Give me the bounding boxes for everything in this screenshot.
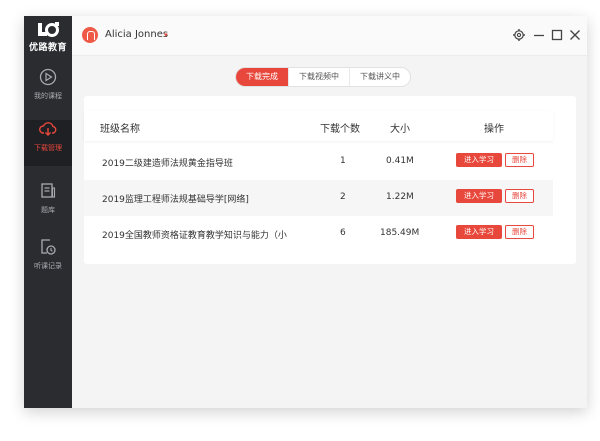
cloud-download-icon (39, 122, 57, 136)
enter-study-button[interactable]: 进入学习 (456, 189, 502, 203)
settings-icon[interactable] (512, 28, 526, 42)
table-header: 班级名称 下载个数 大小 操作 (84, 111, 553, 141)
enter-study-button[interactable]: 进入学习 (456, 153, 502, 167)
row-size: 1.22M (386, 192, 414, 202)
sidebar-item-label: 听课记录 (34, 262, 62, 270)
row-count: 6 (340, 228, 346, 238)
table-row: 2019监理工程师法规基础导学[网络] 2 1.22M 进入学习 删除 (84, 180, 553, 216)
brand-logo: 优路教育 (24, 22, 72, 58)
delete-button[interactable]: 删除 (505, 225, 534, 239)
enter-study-button[interactable]: 进入学习 (456, 225, 502, 239)
row-count: 1 (340, 156, 346, 166)
table-row: 2019二级建造师法规黄金指导班 1 0.41M 进入学习 删除 (84, 144, 553, 180)
column-header-action: 操作 (484, 124, 504, 135)
app-window: 优路教育 我的课程 下载管理 题库 听课记录 Alicia Jonnes ▾ 下… (24, 16, 587, 408)
brand-name: 优路教育 (28, 43, 67, 53)
username[interactable]: Alicia Jonnes (105, 29, 168, 40)
tab-downloading-videos[interactable]: 下载视频中 (289, 68, 350, 86)
row-size: 185.49M (380, 228, 420, 238)
sidebar-item-label: 下载管理 (34, 144, 62, 152)
close-icon[interactable] (568, 28, 582, 42)
tab-downloading-handouts[interactable]: 下载讲义中 (350, 68, 410, 86)
maximize-icon[interactable] (550, 28, 564, 42)
delete-button[interactable]: 删除 (505, 189, 534, 203)
table-row: 2019全国教师资格证教育教学知识与能力（小 6 185.49M 进入学习 删除 (84, 216, 553, 252)
column-header-size: 大小 (390, 124, 410, 135)
row-size: 0.41M (386, 156, 414, 166)
delete-button[interactable]: 删除 (505, 153, 534, 167)
avatar[interactable] (82, 27, 98, 43)
sidebar-item-question-bank[interactable]: 题库 (24, 182, 72, 228)
row-name: 2019二级建造师法规黄金指导班 (102, 159, 233, 169)
sidebar: 优路教育 我的课程 下载管理 题库 听课记录 (24, 16, 72, 408)
download-tabs: 下载完成 下载视频中 下载讲义中 (235, 67, 411, 87)
tab-download-complete[interactable]: 下载完成 (236, 68, 289, 86)
sidebar-item-my-courses[interactable]: 我的课程 (24, 68, 72, 114)
column-header-name: 班级名称 (100, 124, 140, 135)
row-count: 2 (340, 192, 346, 202)
row-name: 2019监理工程师法规基础导学[网络] (102, 195, 249, 205)
sidebar-item-download-manager[interactable]: 下载管理 (24, 120, 72, 166)
chevron-down-icon[interactable]: ▾ (164, 31, 168, 39)
sidebar-item-label: 我的课程 (34, 92, 62, 100)
sidebar-item-label: 题库 (41, 206, 55, 214)
sidebar-item-watch-history[interactable]: 听课记录 (24, 238, 72, 284)
column-header-count: 下载个数 (320, 124, 360, 135)
play-circle-icon (39, 68, 57, 86)
question-bank-icon (41, 183, 56, 198)
history-icon (41, 239, 56, 255)
top-bar: Alicia Jonnes ▾ (72, 16, 587, 56)
row-name: 2019全国教师资格证教育教学知识与能力（小 (102, 231, 287, 241)
minimize-icon[interactable] (532, 28, 546, 42)
logo-icon (38, 22, 59, 37)
